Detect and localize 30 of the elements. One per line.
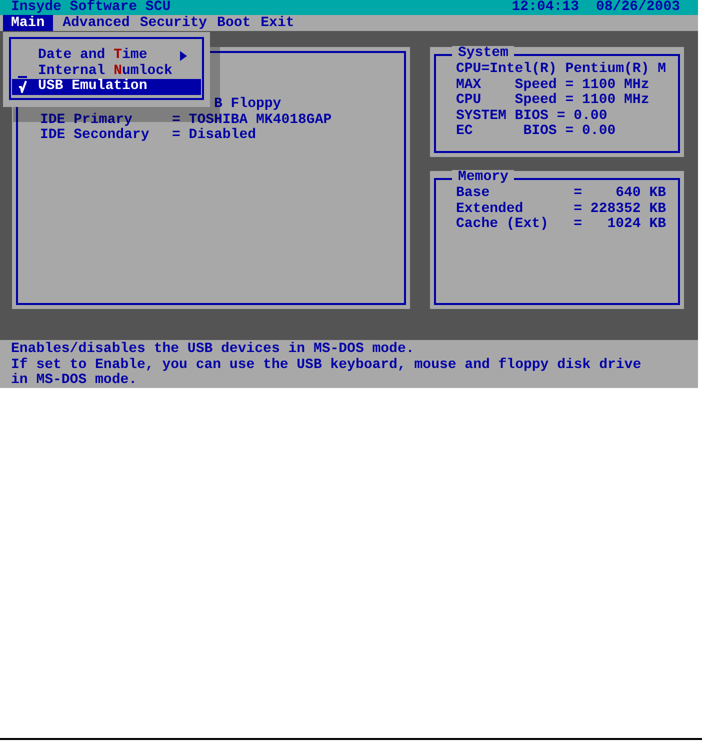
menu-item[interactable]: Internal Numlock — [12, 64, 201, 79]
info-line: Extended = 228352 KB — [456, 202, 668, 216]
help-text: in MS-DOS mode. — [11, 373, 138, 388]
device-value: B Floppy — [213, 97, 282, 112]
memory-title: Memory — [452, 170, 514, 186]
unchecked-mark-icon — [18, 76, 27, 78]
device-value: = TOSHIBA MK4018GAP — [172, 112, 332, 128]
info-line: CPU=Intel(R) Pentium(R) M — [456, 62, 668, 78]
info-line: CPU Speed = 1100 MHz — [456, 93, 650, 108]
submenu-arrow-icon — [180, 50, 187, 61]
system-title: System — [452, 46, 514, 62]
help-text: Enables/disables the USB devices in MS-DOS mode. — [11, 342, 416, 358]
menu-tab[interactable]: Boot — [217, 15, 251, 31]
check-icon — [18, 80, 27, 94]
menu-item[interactable]: Date and Time — [12, 48, 201, 64]
device-value: = Disabled — [172, 128, 256, 144]
device-label: IDE Primary — [40, 112, 134, 128]
info-line: EC BIOS = 0.00 — [456, 124, 617, 140]
info-line: Base = 640 KB — [456, 186, 668, 202]
menu-tab[interactable]: Security — [140, 15, 208, 31]
info-line: MAX Speed = 1100 MHz — [456, 78, 650, 92]
info-line: SYSTEM BIOS = 0.00 — [456, 108, 608, 124]
device-label: IDE Secondary — [40, 128, 150, 144]
info-line: Cache (Ext) = 1024 KB — [456, 217, 668, 232]
help-text: If set to Enable, you can use the USB keyboard, mouse and floppy disk drive — [11, 358, 642, 372]
menu-item[interactable]: USB Emulation — [12, 79, 201, 94]
menu-tab[interactable]: Main — [3, 15, 53, 31]
menu-tab[interactable]: Advanced — [62, 15, 130, 31]
clock-time: 12:04:13 — [512, 0, 579, 16]
menu-tab[interactable]: Exit — [260, 15, 294, 31]
